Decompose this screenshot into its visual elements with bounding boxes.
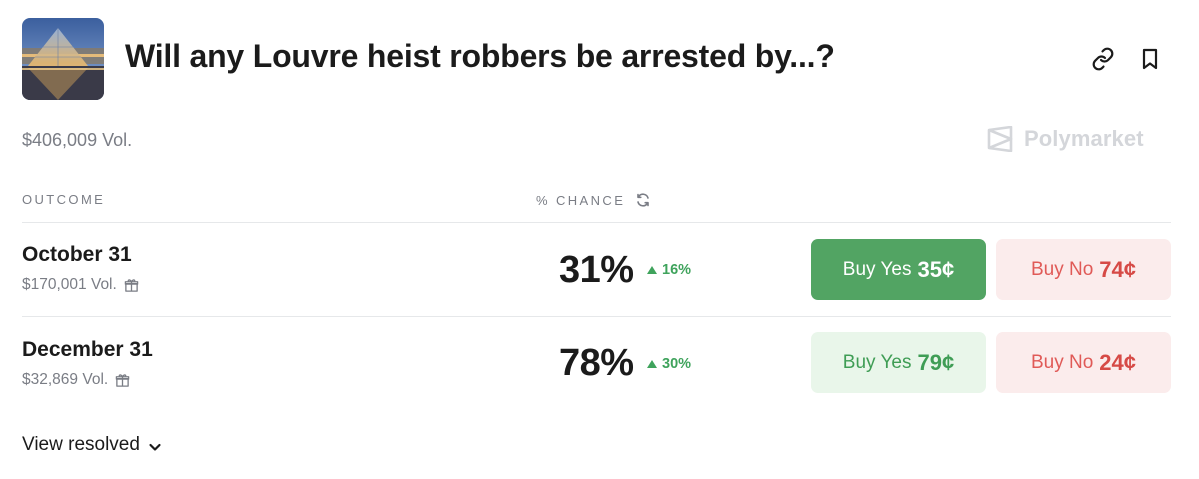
outcome-row: December 31 $32,869 Vol. 78% 30% Buy Yes… xyxy=(0,316,1199,410)
buy-yes-label: Buy Yes xyxy=(842,258,912,280)
polymarket-brand: Polymarket xyxy=(986,126,1144,152)
chevron-down-icon xyxy=(148,438,162,452)
buy-yes-price: 79¢ xyxy=(917,349,955,375)
up-arrow-icon xyxy=(647,266,657,274)
outcome-volume-text: $170,001 Vol. xyxy=(22,276,117,293)
buy-no-label: Buy No xyxy=(1030,258,1094,280)
buy-no-price: 24¢ xyxy=(1099,349,1137,375)
gift-icon[interactable] xyxy=(115,373,130,388)
view-resolved-label: View resolved xyxy=(22,434,140,455)
up-arrow-icon xyxy=(647,360,657,368)
buy-no-price: 74¢ xyxy=(1099,256,1137,282)
outcome-volume-text: $32,869 Vol. xyxy=(22,371,109,388)
buy-yes-price: 35¢ xyxy=(917,256,955,282)
outcome-change-value: 16% xyxy=(662,262,692,278)
column-header-chance: % CHANCE xyxy=(536,192,651,208)
outcome-change-value: 30% xyxy=(662,356,692,372)
column-header-outcome: OUTCOME xyxy=(22,192,106,207)
market-volume: $406,009 Vol. xyxy=(22,130,133,150)
outcome-chance: 31% xyxy=(559,249,634,291)
outcome-volume: $170,001 Vol. xyxy=(22,276,139,294)
buy-no-button[interactable]: Buy No 74¢ xyxy=(996,239,1171,300)
outcome-change: 16% xyxy=(647,262,691,278)
bookmark-icon[interactable] xyxy=(1138,47,1162,71)
gift-icon[interactable] xyxy=(124,278,139,293)
polymarket-logo-icon xyxy=(987,126,1013,152)
outcome-name: October 31 xyxy=(22,243,132,266)
outcome-row: October 31 $170,001 Vol. 31% 16% Buy Yes… xyxy=(0,222,1199,316)
view-resolved-button[interactable]: View resolved xyxy=(22,434,162,456)
refresh-icon[interactable] xyxy=(635,192,651,208)
market-thumbnail xyxy=(22,18,104,100)
outcome-change: 30% xyxy=(647,356,691,372)
column-header-chance-label: % CHANCE xyxy=(536,192,626,208)
buy-yes-button[interactable]: Buy Yes 79¢ xyxy=(811,332,986,393)
buy-no-button[interactable]: Buy No 24¢ xyxy=(996,332,1171,393)
link-icon[interactable] xyxy=(1091,47,1115,71)
market-title: Will any Louvre heist robbers be arreste… xyxy=(125,38,835,74)
buy-yes-button[interactable]: Buy Yes 35¢ xyxy=(811,239,986,300)
buy-yes-label: Buy Yes xyxy=(842,351,912,373)
outcome-volume: $32,869 Vol. xyxy=(22,371,130,389)
outcome-chance: 78% xyxy=(559,342,634,384)
louvre-pyramid-image xyxy=(22,18,104,100)
outcome-name: December 31 xyxy=(22,338,153,361)
brand-name: Polymarket xyxy=(1024,126,1144,151)
buy-no-label: Buy No xyxy=(1030,351,1094,373)
